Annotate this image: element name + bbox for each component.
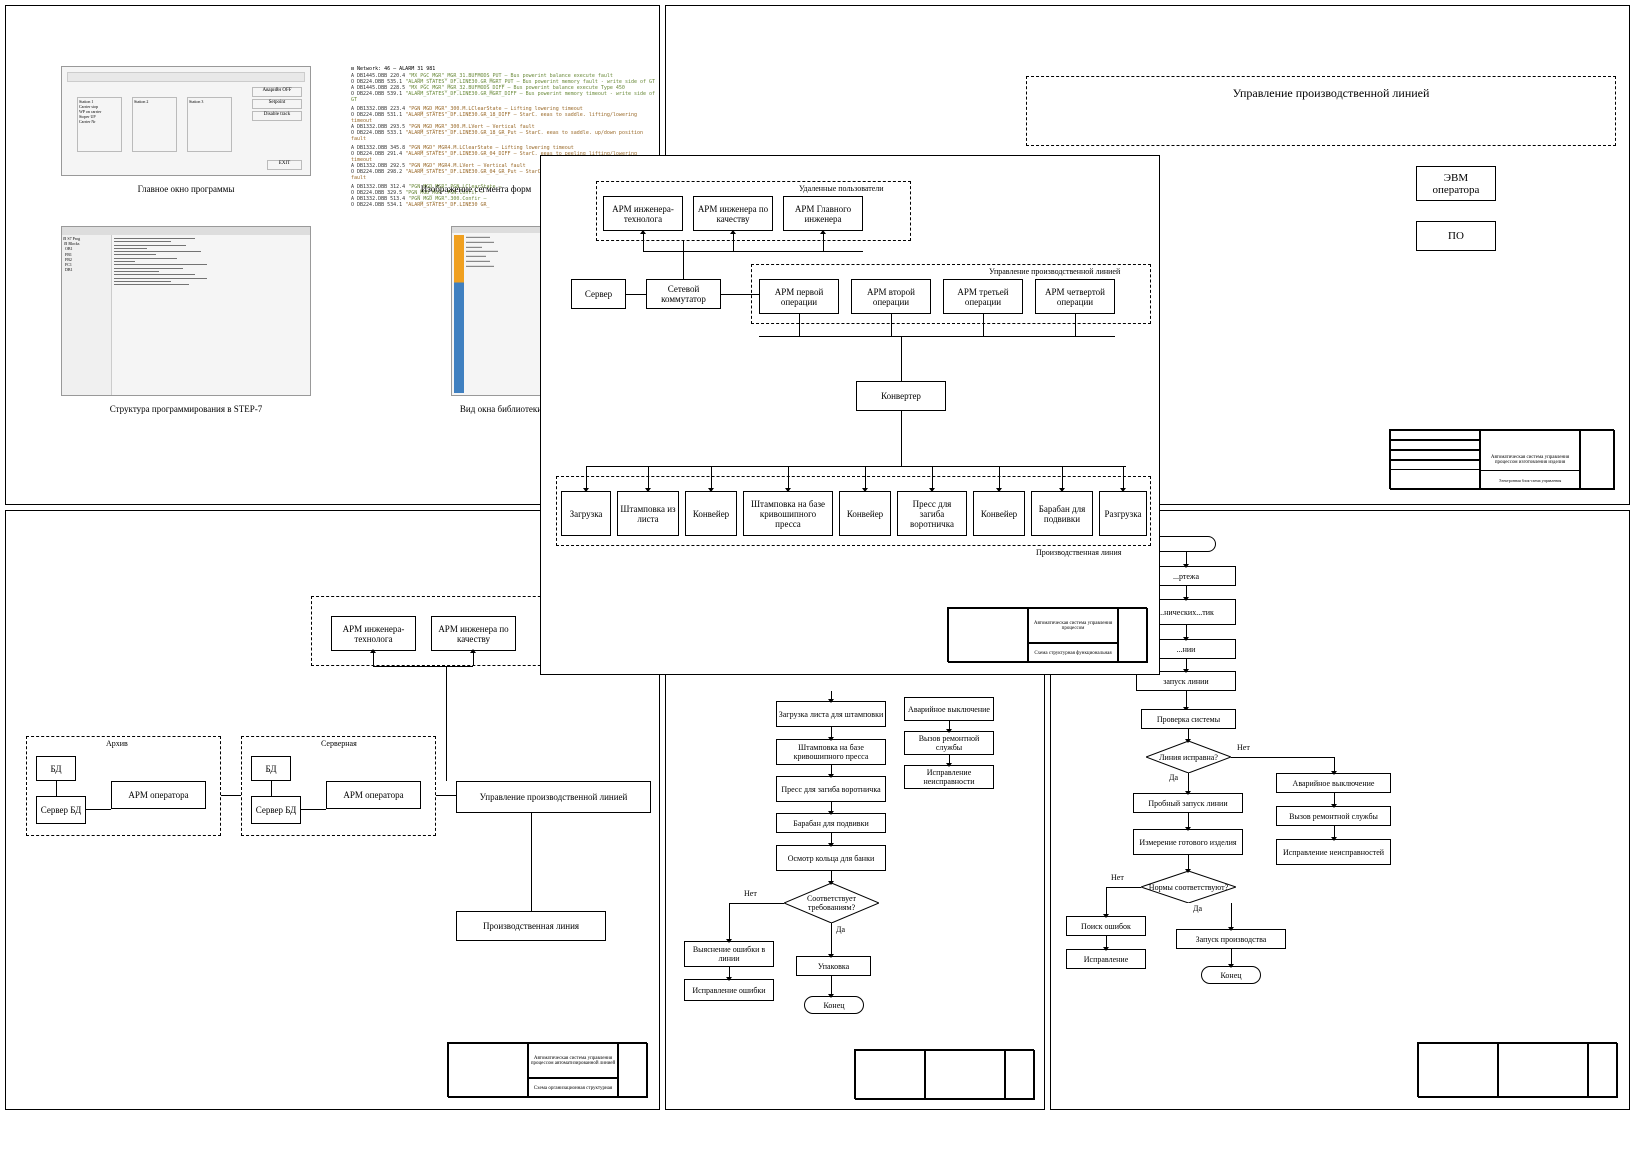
fr-end: Конец [1201, 966, 1261, 984]
fr-p5: Исправление [1066, 949, 1146, 969]
group-line-ctrl-label: Управление производственной линией [989, 267, 1120, 276]
box-line-ctrl-bl: Управление производственной линией [456, 781, 651, 813]
fm-p2: Штамповка на базе кривошипного пресса [776, 739, 886, 765]
box-prod-line-bl: Производственная линия [456, 911, 606, 941]
box-stamp: Штамповка из листа [617, 491, 679, 536]
box-op3: АРМ третьей операции [943, 279, 1023, 314]
box-eng-qual-bl: АРМ инженера по качеству [431, 616, 516, 651]
fm-d1: Соответствует требованиям? [784, 883, 879, 923]
box-db2: БД [251, 756, 291, 781]
caption-segment: Изображение сегмента форм [386, 184, 566, 194]
box-armop2: АРМ оператора [326, 781, 421, 809]
box-op4: АРМ четвертой операции [1035, 279, 1115, 314]
fr-p3: Измерение готового изделия [1133, 829, 1243, 855]
title-block-fm [854, 1049, 1034, 1099]
fr-p6: Запуск производства [1176, 929, 1286, 949]
box-evm: ЭВМ оператора [1416, 166, 1496, 201]
box-srvdb1: Сервер БД [36, 796, 86, 824]
fm-p8: Упаковка [796, 956, 871, 976]
box-unload: Разгрузка [1099, 491, 1147, 536]
fr-e3: Исправление неисправностей [1276, 839, 1391, 865]
fr-e1: Аварийное выключение [1276, 773, 1391, 793]
box-drum: Барабан для подвивки [1031, 491, 1093, 536]
box-eng-tech-bl: АРМ инженера-технолога [331, 616, 416, 651]
box-op2: АРМ второй операции [851, 279, 931, 314]
fm-p1: Загрузка листа для штамповки [776, 701, 886, 727]
box-srvdb2: Сервер БД [251, 796, 301, 824]
fm-p3: Пресс для загиба воротничка [776, 776, 886, 802]
fm-e2: Вызов ремонтной службы [904, 731, 994, 755]
fm-p7: Исправление ошибки [684, 979, 774, 1001]
box-load: Загрузка [561, 491, 611, 536]
fm-end: Конец [804, 996, 864, 1014]
group-prod-line-label: Производственная линия [1036, 548, 1121, 557]
fm-e1: Аварийное выключение [904, 697, 994, 721]
fm-p6: Выяснение ошибки в линии [684, 941, 774, 967]
box-po: ПО [1416, 221, 1496, 251]
box-armop1: АРМ оператора [111, 781, 206, 809]
box-switch: Сетевой коммутатор [646, 279, 721, 309]
box-db1: БД [36, 756, 76, 781]
box-crank: Штамповка на базе кривошипного пресса [743, 491, 833, 536]
thumb-main-window: Аварийн OFF Setpoint Disable track Stati… [61, 66, 311, 176]
box-eng-chief: АРМ Главного инженера [783, 196, 863, 231]
sheet-center-diagram: Удаленные пользователи АРМ инженера-техн… [540, 155, 1160, 675]
caption-main: Главное окно программы [116, 184, 256, 194]
box-server: Сервер [571, 279, 626, 309]
fm-e3: Исправление неисправности [904, 765, 994, 789]
fr-p1: Проверка системы [1141, 709, 1236, 729]
box-conv1: Конвейер [685, 491, 737, 536]
thumb-library: ▬▬▬▬▬▬▬▬▬▬▬▬▬▬▬▬▬▬▬▬▬▬▬▬▬▬▬▬▬▬▬▬▬▬▬▬▬▬▬▬… [451, 226, 541, 396]
title-block-fr [1417, 1042, 1617, 1097]
box-collar: Пресс для загиба воротничка [897, 491, 967, 536]
fr-d1: Линия исправна? [1146, 741, 1231, 773]
group-label: Управление производственной линией [1206, 86, 1456, 101]
title-block-bl: Автоматическая система управления процес… [447, 1042, 647, 1097]
fm-p4: Барабан для подвивки [776, 813, 886, 833]
box-eng-qual: АРМ инженера по качеству [693, 196, 773, 231]
box-converter: Конвертер [856, 381, 946, 411]
title-block-center: Автоматическая система управления процес… [947, 607, 1147, 662]
fr-p2: Пробный запуск линии [1133, 793, 1243, 813]
title-block-tr: Автоматическая система управления процес… [1389, 429, 1614, 489]
fr-d2: Нормы соответствуют? [1141, 871, 1236, 903]
fr-p4: Поиск ошибок [1066, 916, 1146, 936]
box-eng-tech: АРМ инженера-технолога [603, 196, 683, 231]
caption-step7: Структура программирования в STEP-7 [101, 404, 271, 414]
fm-p5: Осмотр кольца для банки [776, 845, 886, 871]
group-remote-label: Удаленные пользователи [799, 184, 884, 193]
box-conv2: Конвейер [839, 491, 891, 536]
box-op1: АРМ первой операции [759, 279, 839, 314]
box-conv3: Конвейер [973, 491, 1025, 536]
thumb-step7: ⊟ S7 Prog ⊟ Blocks OB1 FB1 FB2 FC1 DB1 ▬… [61, 226, 311, 396]
fr-e2: Вызов ремонтной службы [1276, 806, 1391, 826]
